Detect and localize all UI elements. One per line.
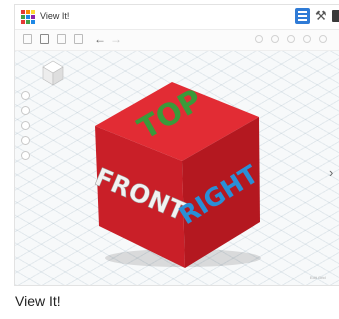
view-cube-icon[interactable] <box>42 60 64 86</box>
view-it-preview-card[interactable]: View It! ⚒ ← → › Edit Grid TOP FRONT RIG… <box>14 4 339 286</box>
preview-caption[interactable]: View It! <box>15 293 61 309</box>
cube-scene: TOP FRONT RIGHT <box>42 60 263 268</box>
